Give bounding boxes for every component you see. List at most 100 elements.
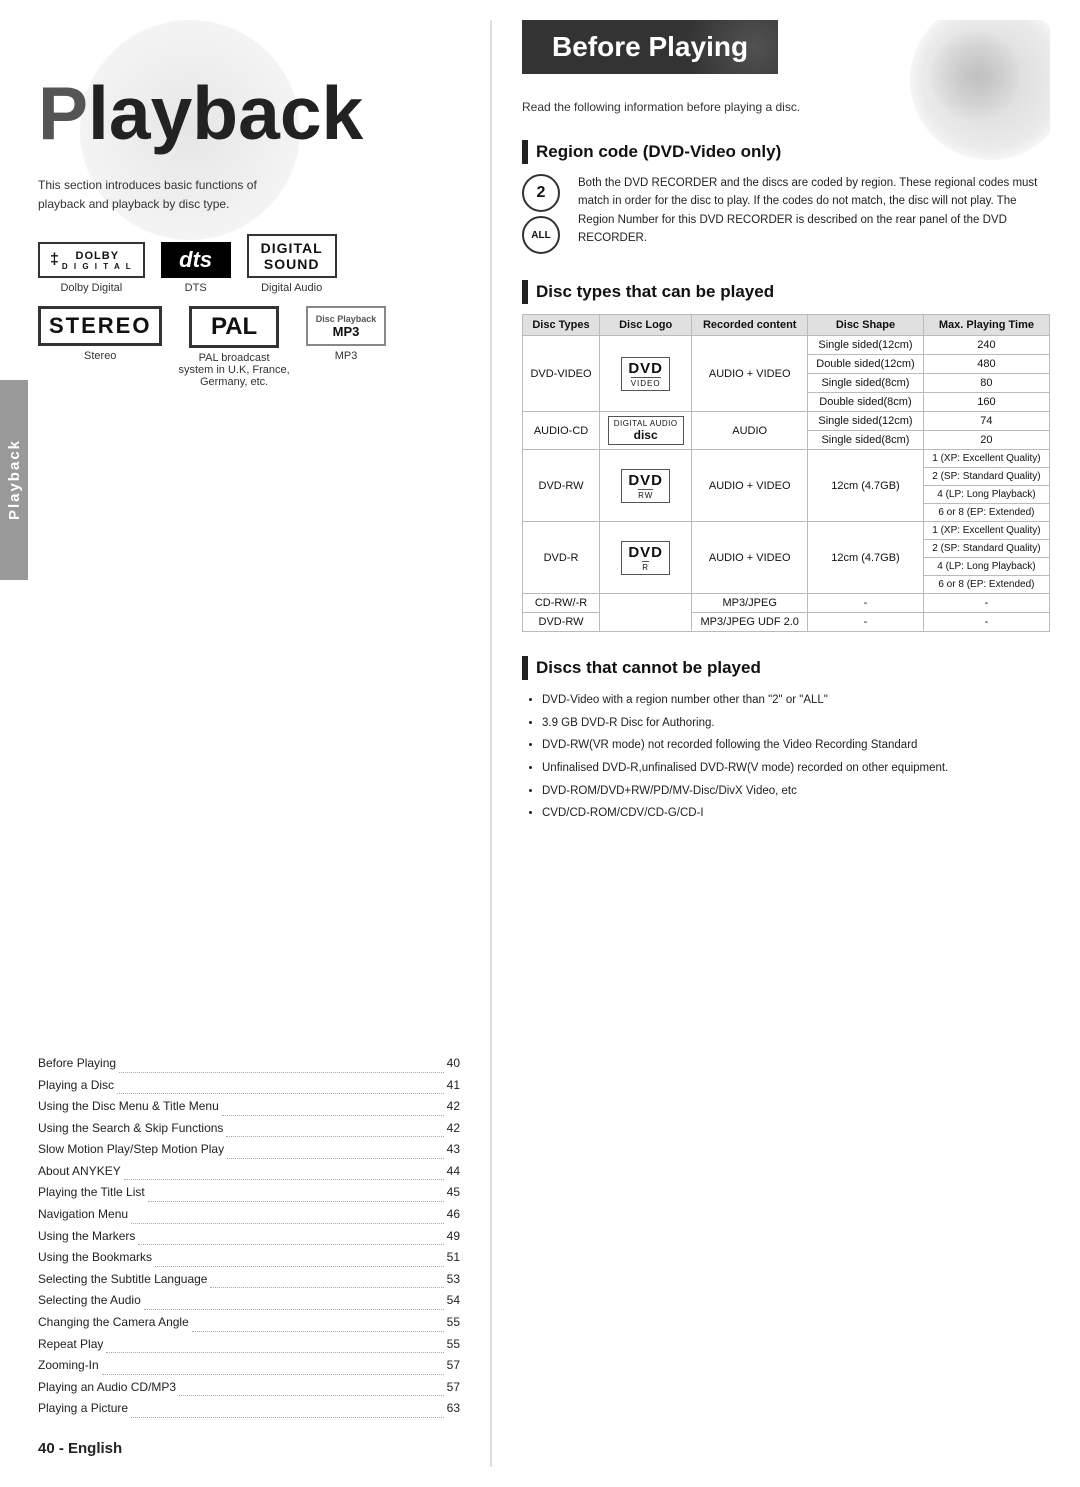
- toc-item: Using the Disc Menu & Title Menu 42: [38, 1096, 460, 1118]
- toc-label: Repeat Play: [38, 1334, 103, 1356]
- dvd-r-content: AUDIO + VIDEO: [692, 522, 808, 594]
- audio-cd-type: AUDIO-CD: [523, 412, 600, 450]
- dvd-video-type: DVD-VIDEO: [523, 336, 600, 412]
- stereo-label: Stereo: [84, 350, 116, 362]
- before-playing-header-container: Before Playing: [522, 20, 1050, 86]
- before-playing-header: Before Playing: [522, 20, 778, 74]
- toc-page: 54: [447, 1290, 460, 1312]
- cannot-play-item: CVD/CD-ROM/CDV/CD-G/CD-I: [542, 803, 1050, 824]
- toc-page: 42: [447, 1096, 460, 1118]
- toc-page: 43: [447, 1139, 460, 1161]
- toc-item: Using the Markers 49: [38, 1226, 460, 1248]
- stereo-logo-box: STEREO Stereo: [38, 306, 162, 362]
- th-disc-types: Disc Types: [523, 315, 600, 336]
- dolby-logo: ‡ DOLBY D I G I T A L: [38, 242, 145, 278]
- toc-label: Using the Search & Skip Functions: [38, 1118, 223, 1140]
- dvd-video-time-1: 240: [923, 336, 1049, 355]
- cannot-play-item: DVD-RW(VR mode) not recorded following t…: [542, 735, 1050, 756]
- cdrw-content-2: MP3/JPEG UDF 2.0: [692, 613, 808, 632]
- toc-item: Playing a Picture 63: [38, 1398, 460, 1420]
- cdrw-shape-2: -: [808, 613, 924, 632]
- cannot-play-item: DVD-Video with a region number other tha…: [542, 690, 1050, 711]
- dvd-rw-time-2: 2 (SP: Standard Quality): [923, 468, 1049, 486]
- region-section-bar: [522, 140, 528, 164]
- toc-page: 46: [447, 1204, 460, 1226]
- toc-label: Playing an Audio CD/MP3: [38, 1377, 176, 1399]
- audio-cd-shape-2: Single sided(8cm): [808, 431, 924, 450]
- region-all-circle: ALL: [522, 216, 560, 254]
- toc-label: Using the Markers: [38, 1226, 135, 1248]
- dvd-r-type: DVD-R: [523, 522, 600, 594]
- toc-label: Selecting the Audio: [38, 1290, 141, 1312]
- toc-label: About ANYKEY: [38, 1161, 121, 1183]
- toc-section: Before Playing 40 Playing a Disc 41 Usin…: [38, 1053, 460, 1420]
- toc-item: Using the Bookmarks 51: [38, 1247, 460, 1269]
- toc-item: About ANYKEY 44: [38, 1161, 460, 1183]
- dvd-video-time-4: 160: [923, 393, 1049, 412]
- toc-item: Playing an Audio CD/MP3 57: [38, 1377, 460, 1399]
- toc-page: 41: [447, 1075, 460, 1097]
- dvdrw-logo-img: DVD RW: [621, 469, 670, 503]
- dvd-video-logo: DVD VIDEO: [600, 336, 692, 412]
- dvd-logo-img: DVD VIDEO: [621, 357, 670, 391]
- mp3-logo: Disc Playback MP3: [306, 306, 387, 346]
- toc-item: Navigation Menu 46: [38, 1204, 460, 1226]
- pal-logo-box: PAL PAL broadcastsystem in U.K, France,G…: [178, 306, 289, 388]
- pal-label: PAL broadcastsystem in U.K, France,Germa…: [178, 352, 289, 388]
- toc-item: Repeat Play 55: [38, 1334, 460, 1356]
- dvd-video-content: AUDIO + VIDEO: [692, 336, 808, 412]
- toc-item: Playing the Title List 45: [38, 1182, 460, 1204]
- cannot-play-item: DVD-ROM/DVD+RW/PD/MV-Disc/DivX Video, et…: [542, 781, 1050, 802]
- th-recorded-content: Recorded content: [692, 315, 808, 336]
- dolby-label: Dolby Digital: [60, 282, 122, 294]
- cannot-play-item: 3.9 GB DVD-R Disc for Authoring.: [542, 713, 1050, 734]
- table-header-row: Disc Types Disc Logo Recorded content Di…: [523, 315, 1050, 336]
- cannot-play-content: DVD-Video with a region number other tha…: [522, 690, 1050, 826]
- dvd-rw-time-4: 6 or 8 (EP: Extended): [923, 504, 1049, 522]
- region-text: Both the DVD RECORDER and the discs are …: [578, 174, 1050, 248]
- mp3-label: MP3: [335, 350, 358, 362]
- toc-item: Zooming-In 57: [38, 1355, 460, 1377]
- sidebar-tab: Playback: [0, 380, 28, 580]
- toc-page: 45: [447, 1182, 460, 1204]
- mp3-logo-box: Disc Playback MP3 MP3: [306, 306, 387, 362]
- english-label: 40 - English: [38, 1440, 460, 1457]
- region-icons: 2 ALL: [522, 174, 566, 254]
- cdrw-type-2: DVD-RW: [523, 613, 600, 632]
- cdrw-time-1: -: [923, 594, 1049, 613]
- toc-label: Selecting the Subtitle Language: [38, 1269, 207, 1291]
- toc-item: Slow Motion Play/Step Motion Play 43: [38, 1139, 460, 1161]
- toc-item: Selecting the Audio 54: [38, 1290, 460, 1312]
- region-section-title: Region code (DVD-Video only): [536, 142, 781, 162]
- region-content: 2 ALL Both the DVD RECORDER and the disc…: [522, 174, 1050, 254]
- toc-label: Navigation Menu: [38, 1204, 128, 1226]
- dvd-video-time-3: 80: [923, 374, 1049, 393]
- playback-title-rest: layback: [88, 71, 363, 155]
- dvd-rw-shape: 12cm (4.7GB): [808, 450, 924, 522]
- dvd-r-time-3: 4 (LP: Long Playback): [923, 558, 1049, 576]
- audio-cd-time-1: 74: [923, 412, 1049, 431]
- dvd-rw-type: DVD-RW: [523, 450, 600, 522]
- cannot-play-section-title: Discs that cannot be played: [536, 658, 761, 678]
- dvd-r-time-2: 2 (SP: Standard Quality): [923, 540, 1049, 558]
- toc-item: Playing a Disc 41: [38, 1075, 460, 1097]
- toc-label: Using the Disc Menu & Title Menu: [38, 1096, 219, 1118]
- dvd-rw-time-3: 4 (LP: Long Playback): [923, 486, 1049, 504]
- cannot-play-item: Unfinalised DVD-R,unfinalised DVD-RW(V m…: [542, 758, 1050, 779]
- cdrw-logo: [600, 594, 692, 632]
- left-column: Playback This section introduces basic f…: [0, 0, 490, 1487]
- toc-item: Using the Search & Skip Functions 42: [38, 1118, 460, 1140]
- table-row: DVD-R DVD R AUDIO + VIDEO 12cm (4.7GB) 1…: [523, 522, 1050, 540]
- audio-cd-content: AUDIO: [692, 412, 808, 450]
- dvd-rw-time-1: 1 (XP: Excellent Quality): [923, 450, 1049, 468]
- cdrw-type-1: CD-RW/-R: [523, 594, 600, 613]
- cannot-play-section-bar: [522, 656, 528, 680]
- toc-label: Playing the Title List: [38, 1182, 145, 1204]
- toc-page: 57: [447, 1355, 460, 1377]
- dvdr-logo-img: DVD R: [621, 541, 670, 575]
- toc-page: 44: [447, 1161, 460, 1183]
- digital-sound-logo: DIGITAL SOUND: [247, 234, 337, 278]
- audio-cd-time-2: 20: [923, 431, 1049, 450]
- dvd-r-shape: 12cm (4.7GB): [808, 522, 924, 594]
- toc-label: Changing the Camera Angle: [38, 1312, 189, 1334]
